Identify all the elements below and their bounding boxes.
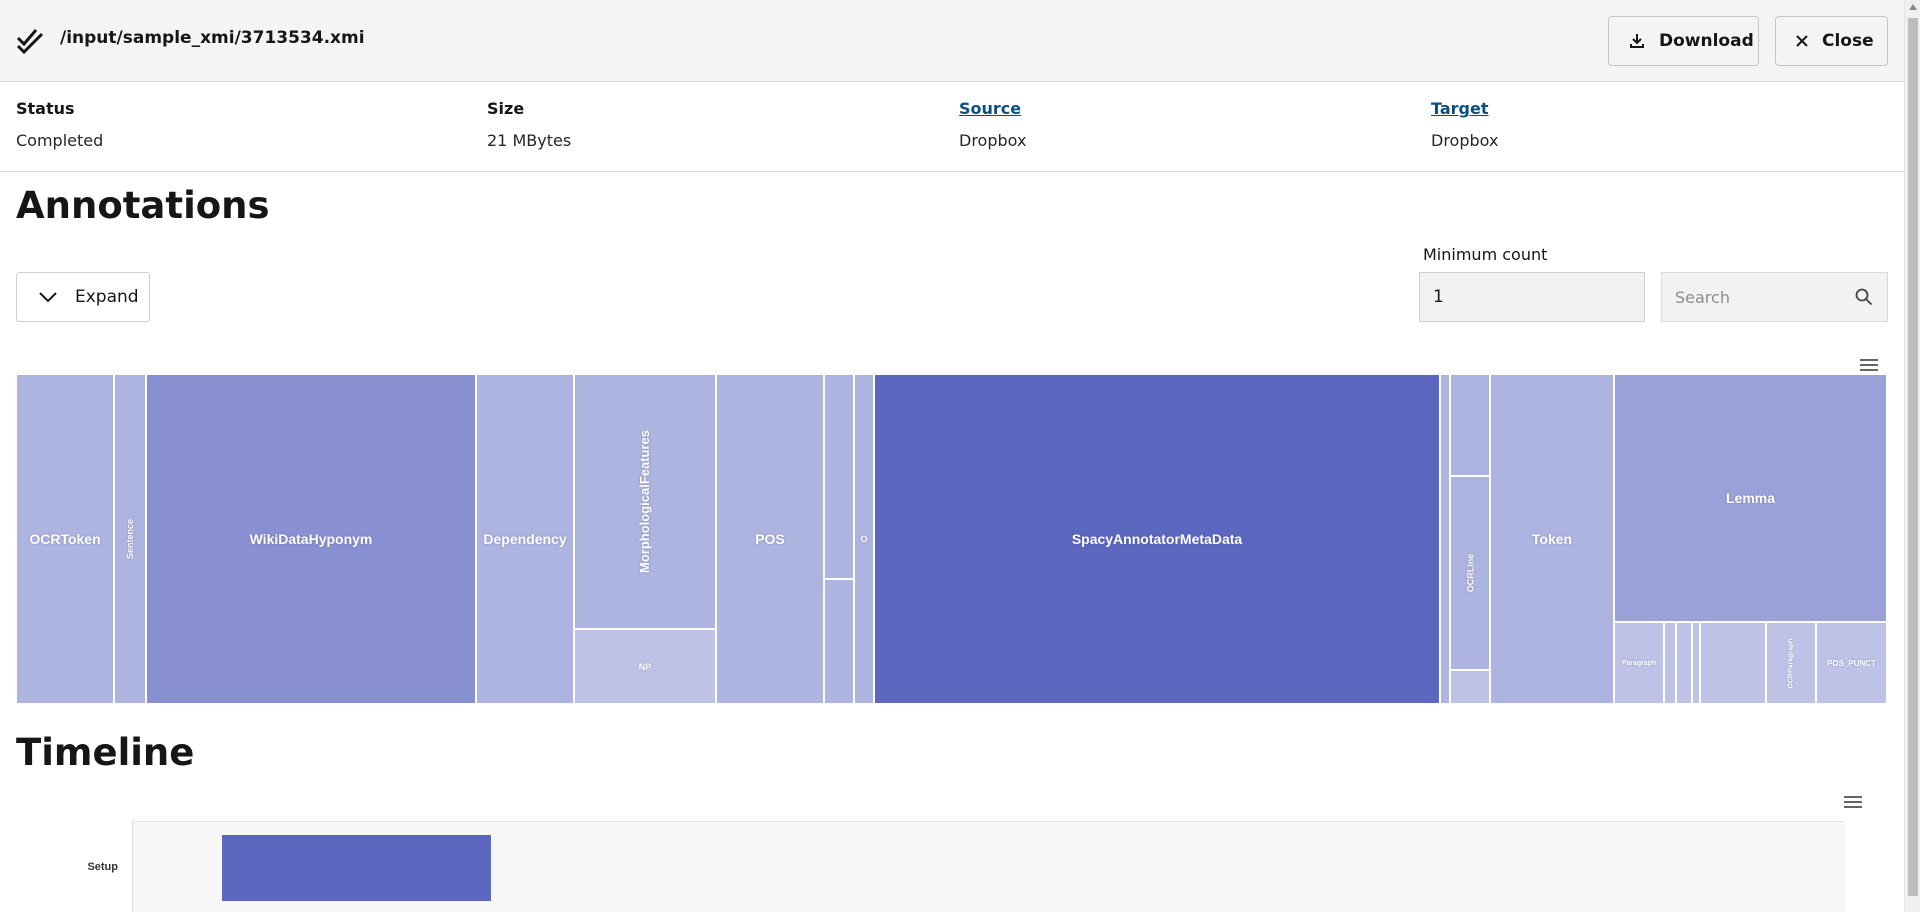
- treemap-label: POS: [755, 531, 785, 547]
- treemap-cell-sentence[interactable]: Sentence: [114, 374, 146, 704]
- source-value: Dropbox: [959, 131, 1027, 150]
- treemap-label: NP: [638, 661, 652, 672]
- timeline-menu-icon[interactable]: [1844, 796, 1862, 810]
- treemap-cell-dependency[interactable]: Dependency: [476, 374, 574, 704]
- expand-label: Expand: [75, 287, 139, 307]
- size-cell: Size 21 MBytes: [487, 99, 571, 150]
- treemap-cell-wikidatahyponym[interactable]: WikiDataHyponym: [146, 374, 476, 704]
- treemap-label: Token: [1531, 531, 1573, 547]
- target-link[interactable]: Target: [1431, 99, 1498, 121]
- treemap-label: WikiDataHyponym: [249, 531, 373, 547]
- close-button[interactable]: Close: [1775, 16, 1888, 66]
- treemap-label: Sentence: [125, 518, 135, 560]
- treemap-cell-np[interactable]: NP: [574, 629, 716, 704]
- treemap-cell-small[interactable]: [824, 374, 854, 579]
- treemap-cell-small[interactable]: [1450, 670, 1490, 704]
- treemap-cell-spacyannotatormetadata[interactable]: SpacyAnnotatorMetaData: [874, 374, 1440, 704]
- page: /input/sample_xmi/3713534.xmi Download C…: [0, 0, 1920, 912]
- annotation-treemap: OCRToken Sentence WikiDataHyponym Depend…: [16, 374, 1887, 704]
- treemap-label: OCRToken: [29, 531, 101, 547]
- treemap-cell-small[interactable]: [1676, 622, 1692, 704]
- treemap-label: Dependency: [483, 531, 567, 547]
- target-cell: Target Dropbox: [1431, 99, 1498, 150]
- treemap-cell-ocrline[interactable]: OCRLine: [1450, 476, 1490, 670]
- treemap-cell-small[interactable]: [1664, 622, 1676, 704]
- file-path-title: /input/sample_xmi/3713534.xmi: [60, 28, 365, 48]
- target-value: Dropbox: [1431, 131, 1499, 150]
- size-value: 21 MBytes: [487, 131, 572, 150]
- treemap-label: OCRLine: [1465, 553, 1476, 593]
- treemap-label: SpacyAnnotatorMetaData: [1071, 531, 1243, 547]
- job-info-row: Status Completed Size 21 MBytes Source D…: [0, 83, 1904, 172]
- annotations-heading: Annotations: [16, 184, 270, 227]
- treemap-cell-small[interactable]: [1692, 622, 1700, 704]
- treemap-label: POS_PUNCT: [1827, 658, 1876, 668]
- treemap-label: Lemma: [1725, 490, 1776, 506]
- treemap-cell-morphologicalfeatures[interactable]: MorphologicalFeatures: [574, 374, 716, 629]
- top-bar: /input/sample_xmi/3713534.xmi Download C…: [0, 0, 1904, 82]
- download-icon: [1630, 34, 1644, 48]
- search-box: [1661, 272, 1888, 322]
- status-cell: Status Completed: [16, 99, 103, 150]
- scrollbar-thumb[interactable]: [1908, 18, 1918, 896]
- download-button[interactable]: Download: [1608, 16, 1759, 66]
- treemap-cell-pos[interactable]: POS: [716, 374, 824, 704]
- treemap-cell-ocrtoken[interactable]: OCRToken: [16, 374, 114, 704]
- timeline-row-label: Setup: [87, 861, 118, 873]
- treemap-cell-ocrparagraph[interactable]: OCRParagraph: [1766, 622, 1816, 704]
- size-label: Size: [487, 99, 525, 118]
- treemap-cell-pos-punct[interactable]: POS_PUNCT: [1816, 622, 1887, 704]
- treemap-menu-icon[interactable]: [1860, 359, 1878, 373]
- treemap-cell-o[interactable]: O: [854, 374, 874, 704]
- timeline-heading: Timeline: [16, 731, 195, 774]
- min-count-label: Minimum count: [1423, 245, 1548, 264]
- treemap-cell-small[interactable]: [1440, 374, 1450, 704]
- source-link[interactable]: Source: [959, 99, 1026, 121]
- status-value: Completed: [16, 131, 104, 150]
- source-cell: Source Dropbox: [959, 99, 1026, 150]
- treemap-cell-lemma[interactable]: Lemma: [1614, 374, 1887, 622]
- treemap-label: MorphologicalFeatures: [637, 429, 653, 574]
- chevron-down-icon: [39, 291, 57, 302]
- search-input[interactable]: [1662, 273, 1842, 321]
- download-label: Download: [1659, 31, 1754, 51]
- treemap-cell-token[interactable]: Token: [1490, 374, 1614, 704]
- status-label: Status: [16, 99, 75, 118]
- close-icon: [1796, 35, 1808, 47]
- search-icon[interactable]: [1855, 288, 1873, 306]
- treemap-cell-paragraph[interactable]: Paragraph: [1614, 622, 1664, 704]
- treemap-cell-small[interactable]: [824, 579, 854, 704]
- expand-button[interactable]: Expand: [16, 272, 150, 322]
- treemap-label: O: [860, 534, 868, 544]
- double-check-icon: [16, 29, 44, 55]
- treemap-label: OCRParagraph: [1787, 637, 1795, 689]
- treemap-label: Paragraph: [1621, 659, 1657, 667]
- close-label: Close: [1822, 31, 1874, 51]
- treemap-cell-small[interactable]: [1450, 374, 1490, 476]
- treemap-cell-small[interactable]: [1700, 622, 1766, 704]
- scroll-up-icon[interactable]: [1909, 4, 1917, 10]
- min-count-input[interactable]: [1419, 272, 1645, 322]
- page-scrollbar[interactable]: [1904, 0, 1920, 912]
- timeline-bar-setup[interactable]: [222, 835, 491, 901]
